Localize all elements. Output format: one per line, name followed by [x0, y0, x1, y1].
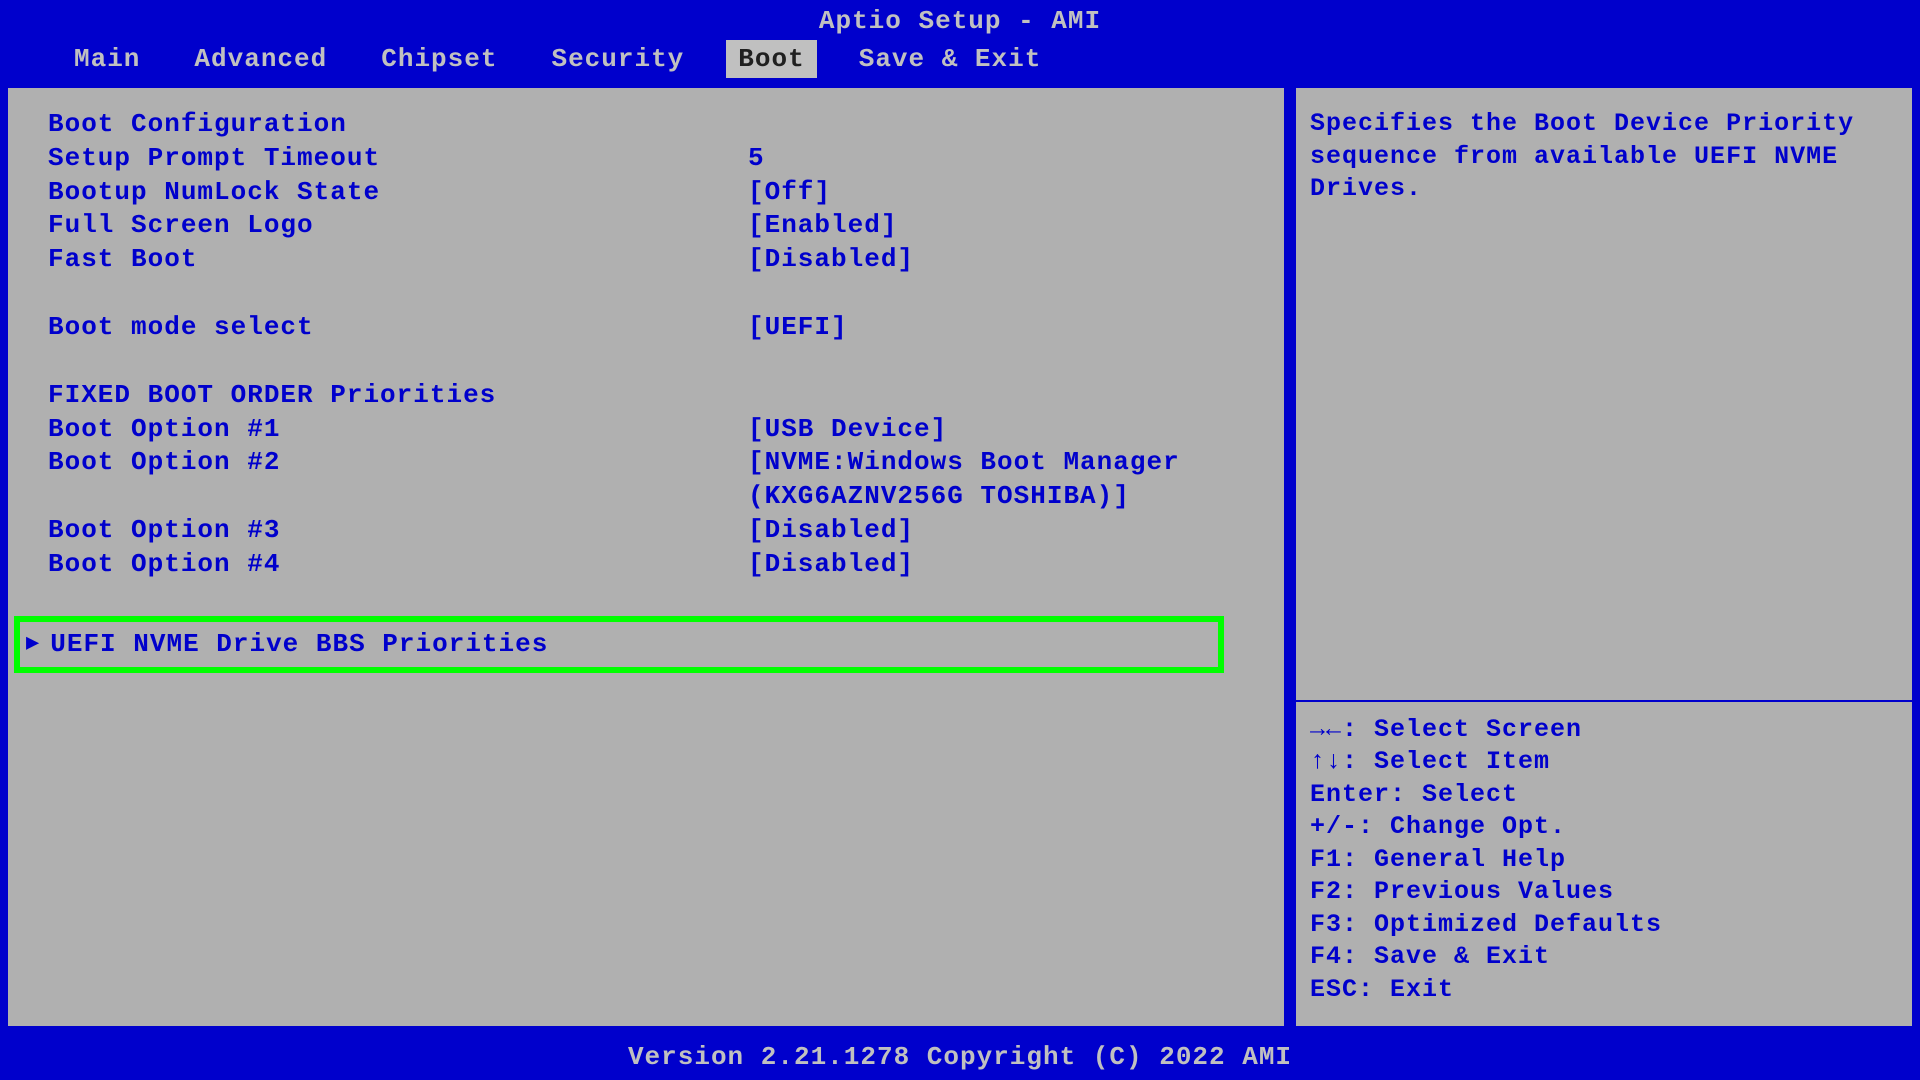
uefi-nvme-bbs-label: UEFI NVME Drive BBS Priorities [50, 628, 548, 662]
boot-option-2-label: Boot Option #2 [48, 446, 748, 480]
title-bar: Aptio Setup - AMI [2, 2, 1918, 40]
fast-boot-value: [Disabled] [748, 243, 1244, 277]
hint-select-item: ↑↓: Select Item [1310, 746, 1898, 779]
submenu-arrow-icon: ▶ [26, 630, 40, 659]
menu-save-exit[interactable]: Save & Exit [847, 40, 1054, 78]
hint-f4: F4: Save & Exit [1310, 941, 1898, 974]
boot-option-3-row[interactable]: Boot Option #3 [Disabled] [48, 514, 1244, 548]
boot-option-1-value: [USB Device] [748, 413, 1244, 447]
bootup-numlock-row[interactable]: Bootup NumLock State [Off] [48, 176, 1244, 210]
footer: Version 2.21.1278 Copyright (C) 2022 AMI [2, 1036, 1918, 1078]
full-screen-logo-value: [Enabled] [748, 209, 1244, 243]
boot-mode-select-value: [UEFI] [748, 311, 1244, 345]
setup-prompt-timeout-value: 5 [748, 142, 1244, 176]
settings-panel: Boot Configuration Setup Prompt Timeout … [6, 86, 1286, 1028]
help-text: Specifies the Boot Device Priority seque… [1310, 108, 1898, 206]
full-screen-logo-row[interactable]: Full Screen Logo [Enabled] [48, 209, 1244, 243]
fixed-boot-order-header: FIXED BOOT ORDER Priorities [48, 379, 1244, 413]
hint-esc: ESC: Exit [1310, 974, 1898, 1007]
help-panel: Specifies the Boot Device Priority seque… [1294, 86, 1914, 1028]
setup-prompt-timeout-label: Setup Prompt Timeout [48, 142, 748, 176]
boot-option-4-row[interactable]: Boot Option #4 [Disabled] [48, 548, 1244, 582]
boot-mode-select-label: Boot mode select [48, 311, 748, 345]
boot-option-4-value: [Disabled] [748, 548, 1244, 582]
help-divider [1296, 700, 1912, 702]
boot-option-2-row[interactable]: Boot Option #2 [NVME:Windows Boot Manage… [48, 446, 1244, 514]
full-screen-logo-label: Full Screen Logo [48, 209, 748, 243]
boot-option-1-row[interactable]: Boot Option #1 [USB Device] [48, 413, 1244, 447]
menu-chipset[interactable]: Chipset [369, 40, 509, 78]
fast-boot-row[interactable]: Fast Boot [Disabled] [48, 243, 1244, 277]
hint-f3: F3: Optimized Defaults [1310, 909, 1898, 942]
boot-option-3-value: [Disabled] [748, 514, 1244, 548]
hint-enter: Enter: Select [1310, 779, 1898, 812]
bootup-numlock-label: Bootup NumLock State [48, 176, 748, 210]
menu-main[interactable]: Main [62, 40, 152, 78]
key-hints: →←: Select Screen ↑↓: Select Item Enter:… [1310, 714, 1898, 1007]
boot-option-1-label: Boot Option #1 [48, 413, 748, 447]
boot-config-header: Boot Configuration [48, 108, 1244, 142]
menu-boot[interactable]: Boot [726, 40, 816, 78]
menu-bar: Main Advanced Chipset Security Boot Save… [2, 40, 1918, 78]
hint-f2: F2: Previous Values [1310, 876, 1898, 909]
hint-change-opt: +/-: Change Opt. [1310, 811, 1898, 844]
hint-f1: F1: General Help [1310, 844, 1898, 877]
hint-select-screen: →←: Select Screen [1310, 714, 1898, 747]
uefi-nvme-bbs-priorities[interactable]: ▶ UEFI NVME Drive BBS Priorities [14, 616, 1224, 674]
setup-prompt-timeout-row[interactable]: Setup Prompt Timeout 5 [48, 142, 1244, 176]
bootup-numlock-value: [Off] [748, 176, 1244, 210]
fast-boot-label: Fast Boot [48, 243, 748, 277]
boot-option-3-label: Boot Option #3 [48, 514, 748, 548]
menu-security[interactable]: Security [539, 40, 696, 78]
boot-option-2-value: [NVME:Windows Boot Manager (KXG6AZNV256G… [748, 446, 1244, 514]
boot-mode-select-row[interactable]: Boot mode select [UEFI] [48, 311, 1244, 345]
menu-advanced[interactable]: Advanced [182, 40, 339, 78]
boot-option-4-label: Boot Option #4 [48, 548, 748, 582]
